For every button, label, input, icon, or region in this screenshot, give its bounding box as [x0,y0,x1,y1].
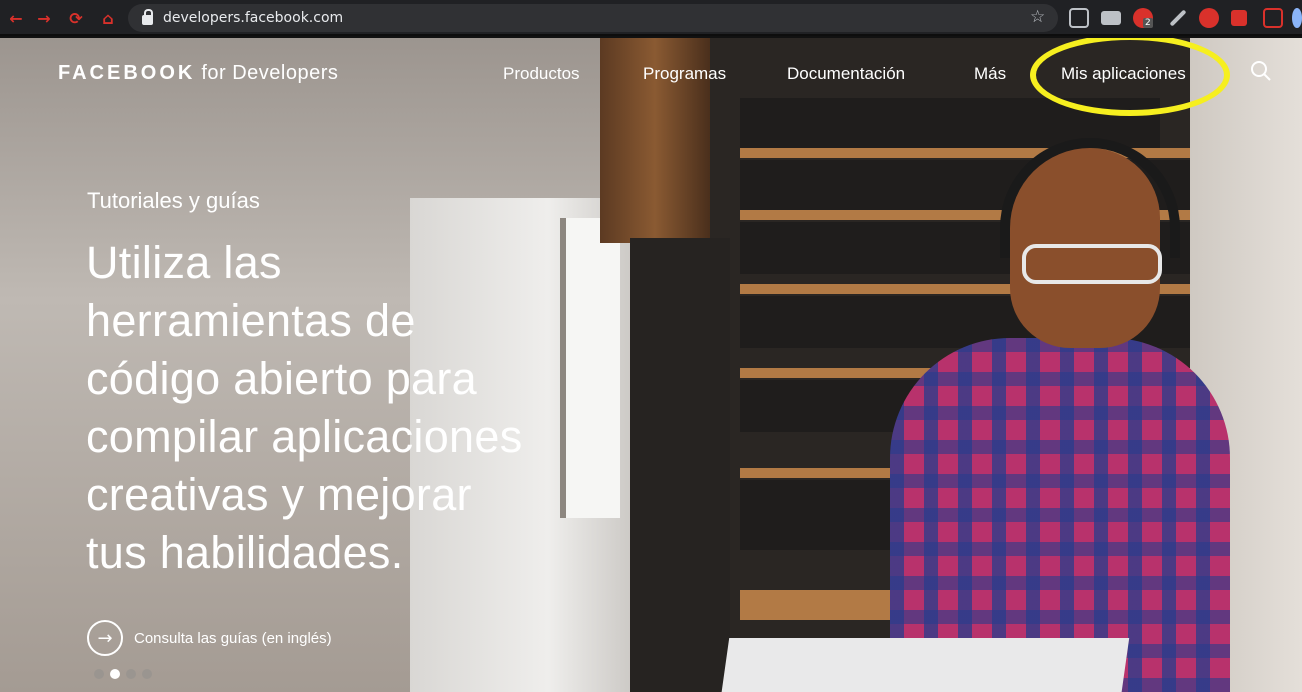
browser-toolbar: ← → ⟳ ⌂ developers.facebook.com ☆ 2 [0,0,1302,36]
address-bar[interactable]: developers.facebook.com [128,4,1058,32]
extension-badge: 2 [1143,18,1153,28]
nav-productos[interactable]: Productos [503,64,580,84]
headline-line: tus habilidades. [86,527,404,578]
stop-hand-icon[interactable] [1199,8,1219,28]
hero-headline: Utiliza las herramientas de código abier… [86,234,606,582]
carousel-dot-active[interactable] [110,669,120,679]
arrow-right-icon: → [87,620,123,656]
reload-icon[interactable]: ⟳ [66,8,86,28]
extension-icon-3[interactable] [1263,8,1283,28]
guides-cta-link[interactable]: → Consulta las guías (en inglés) [87,620,332,656]
hero-eyebrow: Tutoriales y guías [87,188,260,213]
logo-brand: FACEBOOK [58,62,196,84]
headline-line: creativas y mejorar [86,469,472,520]
carousel-dot[interactable] [142,669,152,679]
home-icon[interactable]: ⌂ [98,8,118,28]
facebook-developers-page: FACEBOOK for Developers Productos Progra… [0,38,1302,692]
camera-icon[interactable] [1101,11,1121,25]
pen-icon[interactable] [1169,9,1187,27]
puzzle-icon[interactable] [1231,10,1247,26]
headline-line: herramientas de [86,295,416,346]
cta-label: Consulta las guías (en inglés) [134,629,332,647]
extension-icon-1[interactable] [1069,8,1089,28]
logo-subtitle: for Developers [201,62,339,84]
eyeglasses [1022,244,1162,284]
lock-icon [142,9,153,25]
nav-documentacion[interactable]: Documentación [787,64,905,84]
headline-line: código abierto para [86,353,477,404]
headline-line: compilar aplicaciones [86,411,523,462]
nav-mas[interactable]: Más [974,64,1006,84]
newel-post [630,238,730,692]
address-bar-url: developers.facebook.com [163,10,344,26]
carousel-dots [94,669,152,679]
headphones [1000,138,1180,258]
headline-line: Utiliza las [86,237,282,288]
extension-icon-2[interactable]: 2 [1133,8,1153,28]
nav-programas[interactable]: Programas [643,64,726,84]
profile-avatar[interactable] [1292,8,1302,28]
facebook-for-developers-logo[interactable]: FACEBOOK for Developers [58,62,338,85]
forward-icon[interactable]: → [34,8,54,28]
laptop [720,638,1130,692]
carousel-dot[interactable] [94,669,104,679]
carousel-dot[interactable] [126,669,136,679]
bookmark-star-icon[interactable]: ☆ [1030,7,1045,27]
search-icon[interactable] [1250,60,1272,82]
back-icon[interactable]: ← [6,8,26,28]
hero-photo-person [890,138,1230,692]
